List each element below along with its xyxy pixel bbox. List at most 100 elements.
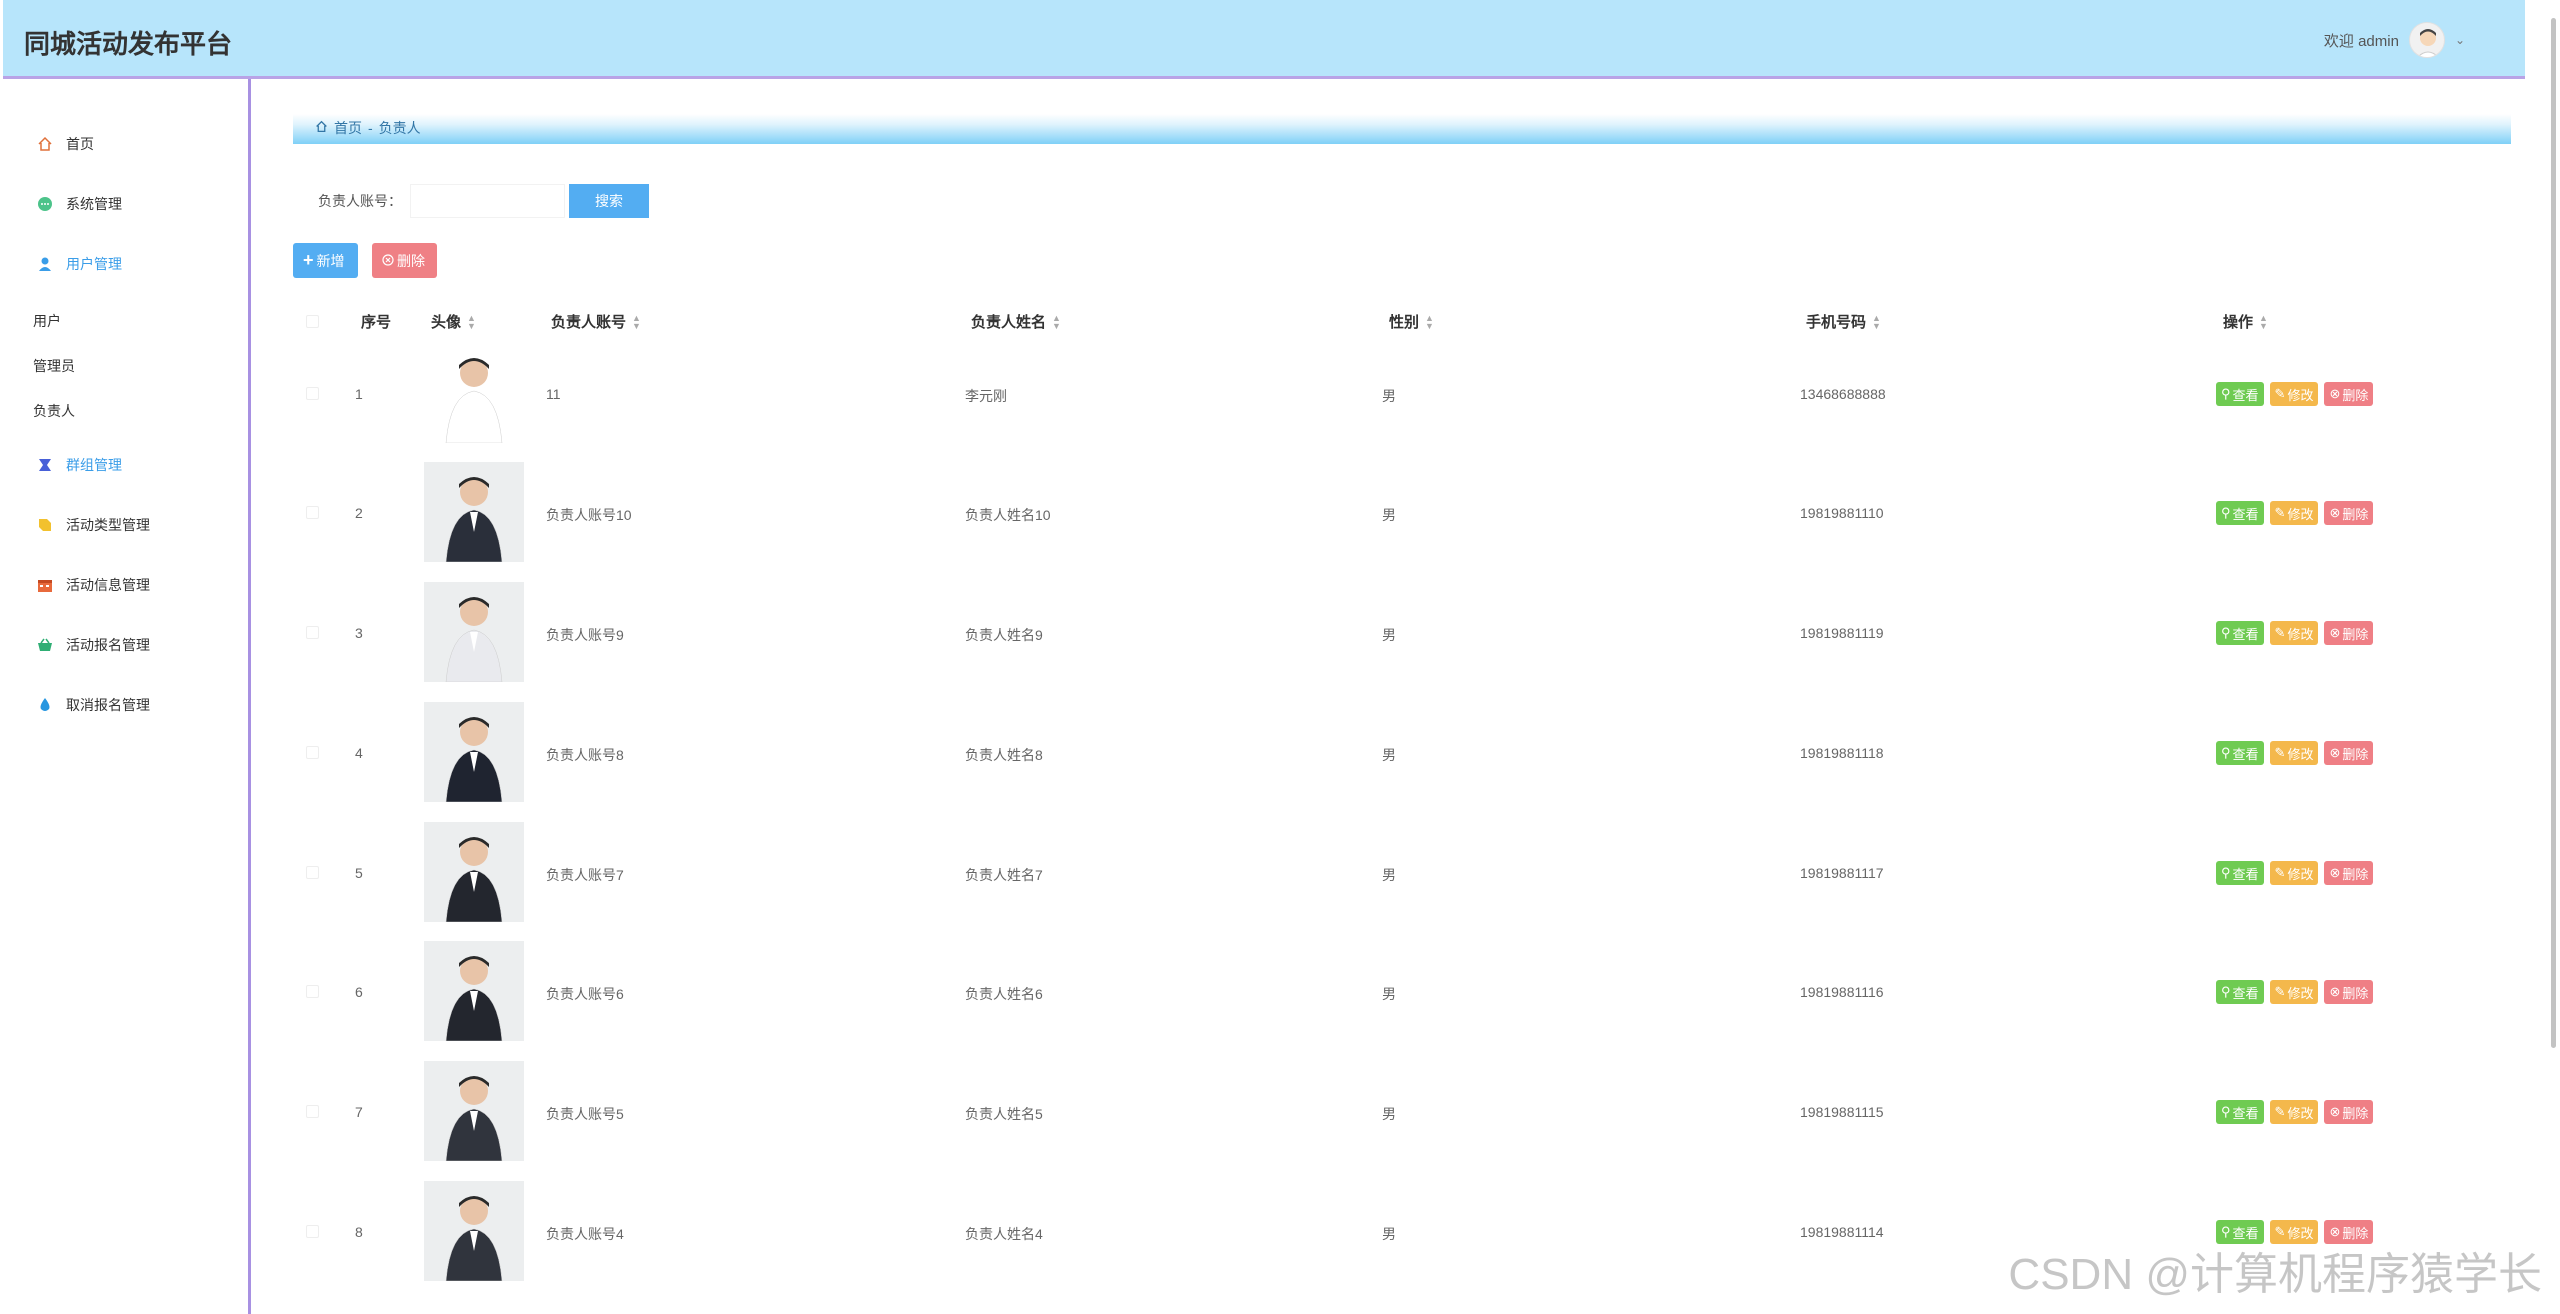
breadcrumb-bar: 首页 - 负责人: [293, 114, 2511, 144]
table-row: 4 负责人账号8 负责人姓名8 男 19819881118 ⚲ 查看 ✎ 修改 …: [293, 688, 2511, 808]
manager-photo[interactable]: [424, 1181, 524, 1281]
row-gender: 男: [1382, 986, 1396, 1002]
view-button[interactable]: ⚲ 查看: [2216, 382, 2264, 406]
delete-button[interactable]: ⊗ 删除: [2324, 741, 2374, 765]
sidebar-item-home[interactable]: 首页: [37, 134, 94, 154]
sidebar-item-users[interactable]: 用户管理: [37, 254, 122, 274]
batch-delete-button[interactable]: 删除: [372, 243, 437, 278]
drop-icon: [37, 697, 53, 713]
sidebar-item-registrations[interactable]: 活动报名管理: [37, 635, 150, 655]
account-search-input[interactable]: [410, 184, 565, 218]
home-icon: [37, 136, 53, 152]
edit-button[interactable]: ✎ 修改: [2269, 980, 2319, 1004]
row-phone: 19819881115: [1800, 1104, 1884, 1120]
row-gender: 男: [1382, 1226, 1396, 1242]
view-button[interactable]: ⚲ 查看: [2216, 1100, 2264, 1124]
row-checkbox[interactable]: [306, 626, 319, 639]
row-name: 负责人姓名7: [965, 867, 1043, 883]
row-name: 负责人姓名8: [965, 747, 1043, 763]
chevron-down-icon[interactable]: ⌄: [2455, 33, 2465, 47]
user-icon: [37, 256, 53, 272]
sort-icon[interactable]: ▲ ▼: [1872, 313, 1881, 330]
row-checkbox[interactable]: [306, 1225, 319, 1238]
manager-photo[interactable]: [424, 1061, 524, 1161]
delete-button[interactable]: ⊗ 删除: [2324, 501, 2374, 525]
view-button[interactable]: ⚲ 查看: [2216, 621, 2264, 645]
row-index: 1: [355, 386, 363, 402]
row-account: 负责人账号7: [546, 867, 624, 883]
row-account: 负责人账号10: [546, 507, 632, 523]
edit-button[interactable]: ✎ 修改: [2269, 1100, 2319, 1124]
view-button[interactable]: ⚲ 查看: [2216, 501, 2264, 525]
manager-photo[interactable]: [424, 343, 524, 443]
user-menu[interactable]: 欢迎 admin ⌄: [2324, 22, 2465, 58]
view-button[interactable]: ⚲ 查看: [2216, 741, 2264, 765]
sort-icon[interactable]: ▲ ▼: [1052, 313, 1061, 330]
row-index: 7: [355, 1104, 363, 1120]
row-checkbox[interactable]: [306, 387, 319, 400]
row-checkbox[interactable]: [306, 985, 319, 998]
view-button[interactable]: ⚲ 查看: [2216, 980, 2264, 1004]
row-index: 6: [355, 984, 363, 1000]
sort-icon[interactable]: ▲ ▼: [2259, 313, 2268, 330]
delete-label: 删除: [397, 252, 425, 269]
sidebar-subitem-admin[interactable]: 管理员: [33, 356, 75, 376]
delete-button[interactable]: ⊗ 删除: [2324, 621, 2374, 645]
edit-button[interactable]: ✎ 修改: [2269, 501, 2319, 525]
row-account: 负责人账号9: [546, 627, 624, 643]
row-phone: 19819881114: [1800, 1224, 1884, 1240]
delete-button[interactable]: ⊗ 删除: [2324, 861, 2374, 885]
sort-icon[interactable]: ▲ ▼: [1425, 313, 1434, 330]
sidebar-item-label: 用户管理: [66, 256, 122, 272]
table-row: 7 负责人账号5 负责人姓名5 男 19819881115 ⚲ 查看 ✎ 修改 …: [293, 1047, 2511, 1167]
sidebar-item-activity-types[interactable]: 活动类型管理: [37, 515, 150, 535]
edit-icon: ✎: [2274, 865, 2286, 880]
vertical-scrollbar[interactable]: [2551, 18, 2556, 1048]
home-icon[interactable]: [315, 120, 328, 136]
edit-button[interactable]: ✎ 修改: [2269, 621, 2319, 645]
delete-button[interactable]: ⊗ 删除: [2324, 1100, 2374, 1124]
chat-icon: [37, 196, 53, 212]
sidebar-subitem-user[interactable]: 用户: [33, 311, 61, 331]
view-button[interactable]: ⚲ 查看: [2216, 861, 2264, 885]
row-checkbox[interactable]: [306, 746, 319, 759]
manager-photo[interactable]: [424, 822, 524, 922]
group-icon: [37, 457, 53, 473]
delete-button[interactable]: ⊗ 删除: [2324, 382, 2374, 406]
search-button[interactable]: 搜索: [569, 184, 649, 218]
row-gender: 男: [1382, 1106, 1396, 1122]
row-checkbox[interactable]: [306, 506, 319, 519]
app-title: 同城活动发布平台: [24, 29, 233, 59]
search-label: 负责人账号：: [318, 193, 402, 209]
manager-photo[interactable]: [424, 941, 524, 1041]
delete-button[interactable]: ⊗ 删除: [2324, 980, 2374, 1004]
breadcrumb-separator: -: [368, 120, 373, 136]
user-avatar[interactable]: [2408, 22, 2445, 58]
select-all-checkbox[interactable]: [306, 315, 319, 328]
sidebar-item-groups[interactable]: 群组管理: [37, 455, 122, 475]
sidebar-subitem-manager[interactable]: 负责人: [33, 401, 75, 421]
row-checkbox[interactable]: [306, 1105, 319, 1118]
row-checkbox[interactable]: [306, 866, 319, 879]
table-row: 2 负责人账号10 负责人姓名10 男 19819881110 ⚲ 查看 ✎ 修…: [293, 448, 2511, 568]
row-phone: 19819881119: [1800, 625, 1884, 641]
edit-button[interactable]: ✎ 修改: [2269, 861, 2319, 885]
sort-icon[interactable]: ▲ ▼: [467, 313, 476, 330]
breadcrumb-home[interactable]: 首页: [334, 118, 362, 138]
edit-button[interactable]: ✎ 修改: [2269, 382, 2319, 406]
row-account: 负责人账号6: [546, 986, 624, 1002]
row-phone: 19819881117: [1800, 865, 1884, 881]
sidebar-item-system[interactable]: 系统管理: [37, 194, 122, 214]
search-icon: ⚲: [2221, 625, 2231, 640]
add-button[interactable]: + 新增: [293, 243, 358, 278]
row-name: 李元刚: [965, 388, 1007, 404]
row-index: 8: [355, 1224, 363, 1240]
sort-icon[interactable]: ▲ ▼: [632, 313, 641, 330]
manager-photo[interactable]: [424, 582, 524, 682]
sidebar-item-cancellations[interactable]: 取消报名管理: [37, 695, 150, 715]
sidebar-item-activity-info[interactable]: 活动信息管理: [37, 575, 150, 595]
manager-photo[interactable]: [424, 702, 524, 802]
manager-photo[interactable]: [424, 462, 524, 562]
row-gender: 男: [1382, 388, 1396, 404]
edit-button[interactable]: ✎ 修改: [2269, 741, 2319, 765]
